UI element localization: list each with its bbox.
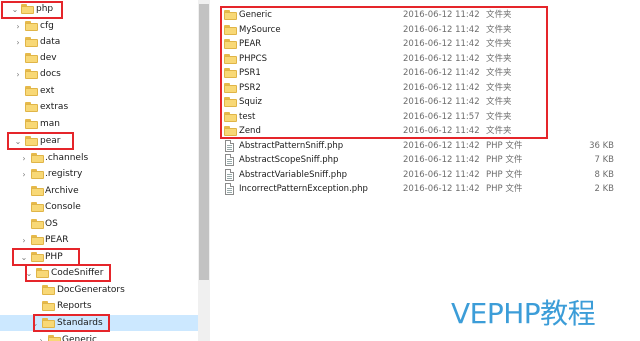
tree-item-label: Generic <box>62 335 97 341</box>
tree-item-dev[interactable]: dev <box>0 50 198 66</box>
tree-item-label: data <box>40 37 61 47</box>
tree-item-archive[interactable]: Archive <box>0 183 198 199</box>
tree-item-reports[interactable]: Reports <box>0 298 198 314</box>
folder-icon <box>31 235 44 245</box>
tree-item-docs[interactable]: › docs <box>0 66 198 82</box>
chevron-right-icon[interactable]: › <box>36 332 46 341</box>
tree-item-cfg[interactable]: › cfg <box>0 18 198 34</box>
folder-icon <box>25 86 38 96</box>
watermark: VEPHP教程 <box>451 297 596 330</box>
item-date: 2016-06-12 11:42 <box>403 184 480 194</box>
chevron-right-icon[interactable]: › <box>13 34 23 50</box>
tree-item-label: .channels <box>45 153 89 163</box>
list-item-file[interactable]: AbstractScopeSniff.php 2016-06-12 11:42 … <box>212 153 640 168</box>
folder-icon <box>25 53 38 63</box>
item-name: IncorrectPatternException.php <box>239 184 368 194</box>
tree-item-label: PEAR <box>45 235 69 245</box>
tree-item-label: OS <box>45 219 58 229</box>
item-size: 7 KB <box>594 155 614 165</box>
highlight-box-standards <box>33 314 110 332</box>
item-size: 8 KB <box>594 169 614 180</box>
tree-item-label: docs <box>40 69 61 79</box>
file-list: Generic 2016-06-12 11:42 文件夹 MySource 20… <box>212 0 640 341</box>
folder-icon <box>31 202 44 212</box>
tree-item-os[interactable]: OS <box>0 216 198 232</box>
tree-item-generic[interactable]: › Generic <box>0 332 198 341</box>
item-size: 36 KB <box>589 140 614 151</box>
php-file-icon <box>225 154 234 166</box>
folder-icon <box>42 285 55 295</box>
folder-icon <box>25 102 38 112</box>
tree-item-docgenerators[interactable]: DocGenerators <box>0 282 198 298</box>
chevron-right-icon[interactable]: › <box>13 66 23 82</box>
chevron-right-icon[interactable]: › <box>19 166 29 182</box>
chevron-right-icon[interactable]: › <box>19 150 29 166</box>
tree-item-ext[interactable]: ext <box>0 83 198 99</box>
chevron-right-icon[interactable]: › <box>19 232 29 248</box>
navigation-tree: ⌄ php › cfg › data dev › docs ext extras… <box>0 0 198 341</box>
item-type: PHP 文件 <box>486 140 523 151</box>
item-name: AbstractPatternSniff.php <box>239 140 344 151</box>
folder-icon <box>25 37 38 47</box>
tree-item-label: Archive <box>45 186 79 196</box>
tree-item-label: Console <box>45 202 81 212</box>
php-file-icon <box>225 183 234 195</box>
folder-icon <box>48 335 61 341</box>
tree-item-console[interactable]: Console <box>0 199 198 215</box>
tree-item-man[interactable]: man <box>0 116 198 132</box>
php-file-icon <box>225 139 234 152</box>
folder-icon <box>25 119 38 129</box>
highlight-box-folders <box>220 6 548 139</box>
item-name: AbstractScopeSniff.php <box>239 155 339 165</box>
item-size: 2 KB <box>594 184 614 194</box>
chevron-right-icon[interactable]: › <box>13 18 23 34</box>
scrollbar-thumb[interactable] <box>199 4 209 280</box>
folder-icon <box>31 186 44 196</box>
item-date: 2016-06-12 11:42 <box>403 140 480 151</box>
folder-icon <box>31 219 44 229</box>
folder-icon <box>31 153 44 163</box>
item-date: 2016-06-12 11:42 <box>403 169 480 180</box>
list-item-file[interactable]: AbstractPatternSniff.php 2016-06-12 11:4… <box>212 139 640 154</box>
highlight-box-php <box>1 1 63 19</box>
tree-item-extras[interactable]: extras <box>0 99 198 115</box>
tree-item-pear-folder[interactable]: › PEAR <box>0 232 198 248</box>
tree-item-label: .registry <box>45 169 83 179</box>
tree-item-channels[interactable]: › .channels <box>0 150 198 166</box>
tree-item-label: extras <box>40 102 69 112</box>
list-item-file[interactable]: IncorrectPatternException.php 2016-06-12… <box>212 182 640 197</box>
highlight-box-codesniffer <box>25 264 111 282</box>
tree-item-label: Reports <box>57 301 92 311</box>
tree-item-label: man <box>40 119 60 129</box>
item-date: 2016-06-12 11:42 <box>403 155 480 165</box>
folder-icon <box>25 21 38 31</box>
tree-item-label: cfg <box>40 21 54 31</box>
php-file-icon <box>225 168 234 181</box>
tree-item-data[interactable]: › data <box>0 34 198 50</box>
tree-item-registry[interactable]: › .registry <box>0 166 198 182</box>
tree-item-label: dev <box>40 53 57 63</box>
list-item-file[interactable]: AbstractVariableSniff.php 2016-06-12 11:… <box>212 168 640 183</box>
folder-icon <box>42 301 55 311</box>
tree-item-label: DocGenerators <box>57 285 125 295</box>
folder-icon <box>25 69 38 79</box>
folder-icon <box>31 169 44 179</box>
highlight-box-pear <box>7 132 74 150</box>
item-type: PHP 文件 <box>486 169 523 180</box>
item-type: PHP 文件 <box>486 184 523 194</box>
item-type: PHP 文件 <box>486 155 523 165</box>
tree-item-label: ext <box>40 86 55 96</box>
item-name: AbstractVariableSniff.php <box>239 169 347 180</box>
